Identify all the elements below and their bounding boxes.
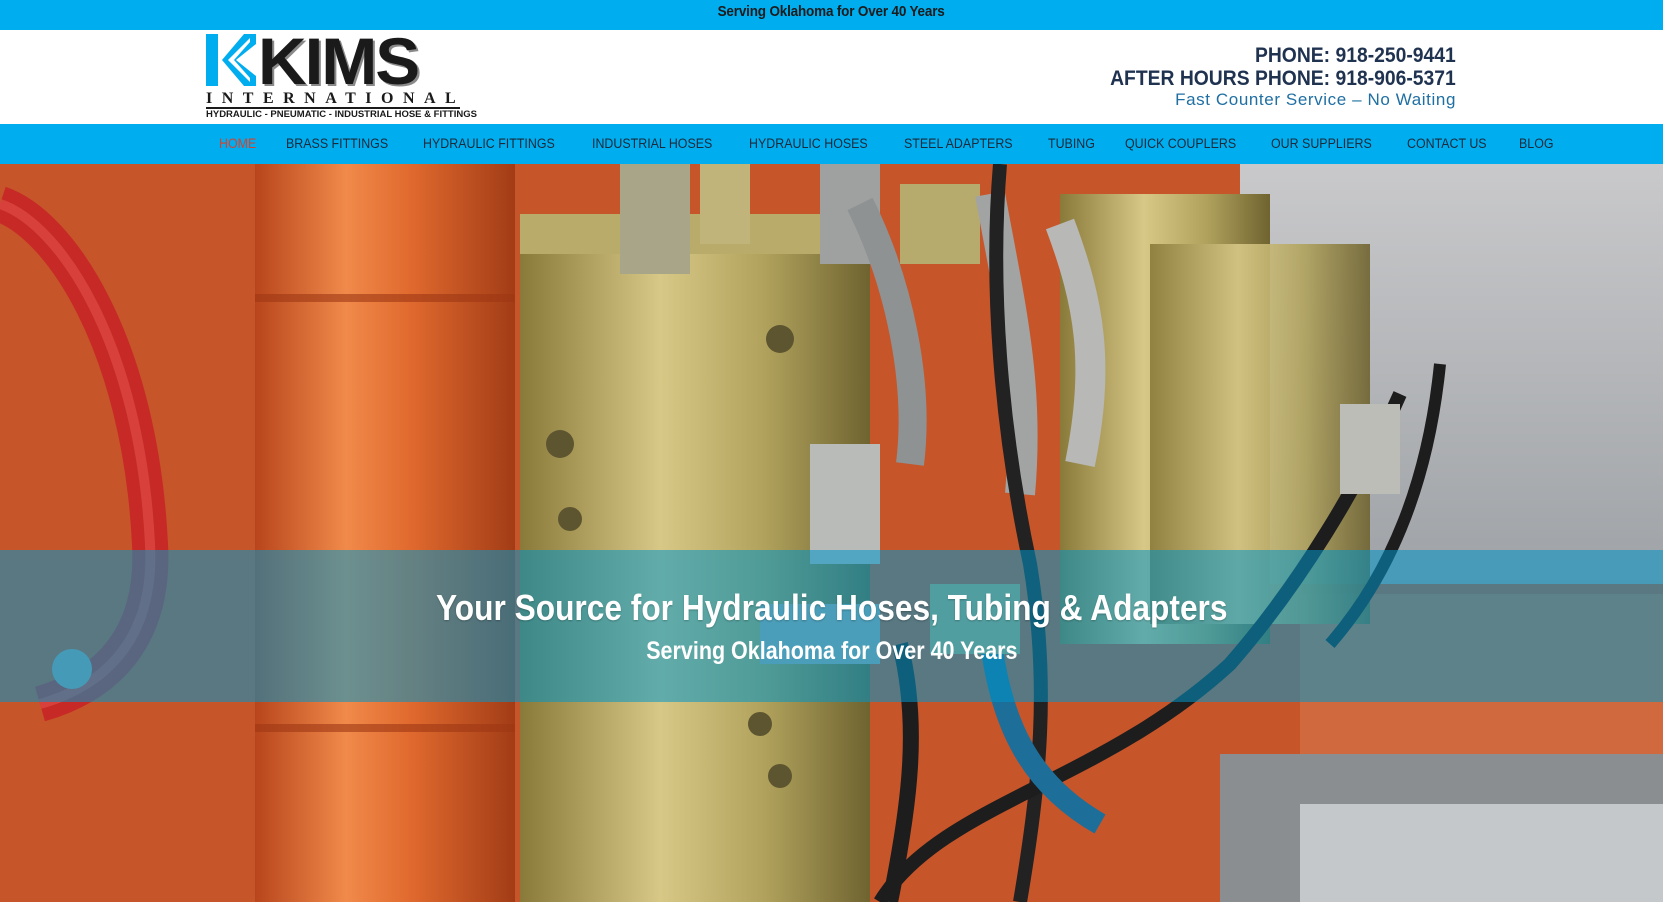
hero-hydraulic-photo xyxy=(0,164,1663,902)
nav-item-steel-adapters[interactable]: STEEL ADAPTERS xyxy=(904,124,1013,164)
nav-item-our-suppliers[interactable]: OUR SUPPLIERS xyxy=(1271,124,1372,164)
logo-subtitle: INTERNATIONAL xyxy=(206,90,466,107)
hero-title: Your Source for Hydraulic Hoses, Tubing … xyxy=(0,588,1663,628)
logo-k-icon xyxy=(206,34,256,86)
contact-block: PHONE: 918-250-9441 AFTER HOURS PHONE: 9… xyxy=(1080,44,1456,110)
nav-item-quick-couplers[interactable]: QUICK COUPLERS xyxy=(1125,124,1236,164)
after-hours-phone[interactable]: AFTER HOURS PHONE: 918-906-5371 xyxy=(1110,67,1456,90)
nav-item-blog[interactable]: BLOG xyxy=(1519,124,1554,164)
nav-item-tubing[interactable]: TUBING xyxy=(1048,124,1095,164)
nav-item-industrial-hoses[interactable]: INDUSTRIAL HOSES xyxy=(592,124,712,164)
phone-number[interactable]: PHONE: 918-250-9441 xyxy=(1110,44,1456,67)
nav-item-brass-fittings[interactable]: BRASS FITTINGS xyxy=(286,124,388,164)
nav-item-hydraulic-hoses[interactable]: HYDRAULIC HOSES xyxy=(749,124,868,164)
service-tagline: Fast Counter Service – No Waiting xyxy=(1175,90,1456,109)
announcement-text: Serving Oklahoma for Over 40 Years xyxy=(717,3,945,20)
site-header: KIMS INTERNATIONAL HYDRAULIC - PNEUMATIC… xyxy=(0,26,1663,124)
hero-subtitle-text: Serving Oklahoma for Over 40 Years xyxy=(645,637,1018,665)
nav-item-hydraulic-fittings[interactable]: HYDRAULIC FITTINGS xyxy=(423,124,555,164)
nav-item-contact-us[interactable]: CONTACT US xyxy=(1407,124,1487,164)
nav-item-home[interactable]: HOME xyxy=(219,124,256,164)
hero-banner: Your Source for Hydraulic Hoses, Tubing … xyxy=(0,164,1663,902)
hero-subtitle: Serving Oklahoma for Over 40 Years xyxy=(0,636,1663,666)
hero-title-text: Your Source for Hydraulic Hoses, Tubing … xyxy=(435,587,1228,628)
logo-tagline: HYDRAULIC - PNEUMATIC - INDUSTRIAL HOSE … xyxy=(206,109,477,120)
announcement-bar: Serving Oklahoma for Over 40 Years xyxy=(0,0,1663,30)
site-logo[interactable]: KIMS INTERNATIONAL HYDRAULIC - PNEUMATIC… xyxy=(206,26,492,120)
logo-wordmark: KIMS xyxy=(258,24,420,98)
main-nav: HOME BRASS FITTINGS HYDRAULIC FITTINGS I… xyxy=(0,124,1663,164)
